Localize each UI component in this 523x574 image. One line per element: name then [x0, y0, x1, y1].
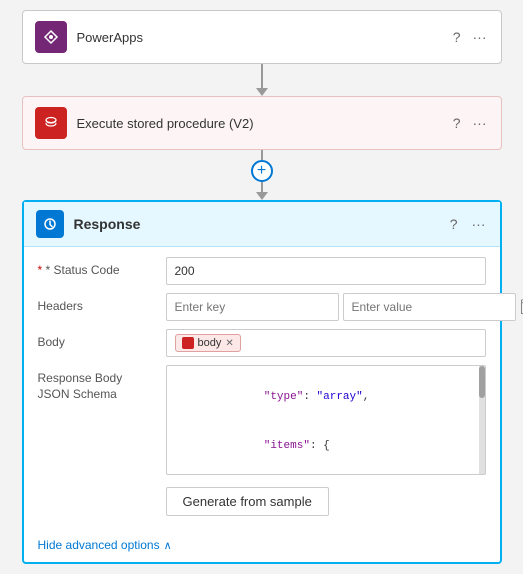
powerapps-icon	[35, 21, 67, 53]
execute-help-button[interactable]: ?	[451, 113, 463, 133]
headers-label: Headers	[38, 293, 158, 313]
execute-card: Execute stored procedure (V2) ? ···	[22, 96, 502, 150]
json-scrollbar[interactable]	[479, 366, 485, 474]
required-marker: *	[38, 263, 46, 277]
execute-title: Execute stored procedure (V2)	[77, 116, 441, 131]
json-scrollbar-thumb	[479, 366, 485, 398]
headers-key-input[interactable]	[166, 293, 339, 321]
execute-actions: ? ···	[451, 113, 489, 133]
headers-inputs: 🗓	[166, 293, 523, 321]
add-step-button[interactable]: +	[251, 160, 273, 182]
chevron-up-icon: ∧	[164, 539, 172, 552]
headers-value-input[interactable]	[343, 293, 516, 321]
json-line-1: "type": "array",	[173, 372, 479, 422]
response-body: * * Status Code Headers 🗓 Body	[24, 247, 500, 530]
json-line-3: "type": "object",	[173, 471, 479, 475]
response-header: Response ? ···	[24, 202, 500, 247]
powerapps-actions: ? ···	[451, 27, 489, 47]
body-tag-text: body	[198, 337, 222, 349]
plus-connector: +	[251, 150, 273, 200]
body-tag-close[interactable]: ✕	[225, 338, 233, 349]
powerapps-more-button[interactable]: ···	[471, 27, 489, 47]
powerapps-help-button[interactable]: ?	[451, 27, 463, 47]
body-label: Body	[38, 329, 158, 349]
generate-from-sample-button[interactable]: Generate from sample	[166, 487, 329, 516]
body-tag-icon	[182, 337, 194, 349]
top-connector	[256, 64, 268, 96]
hide-advanced-row: Hide advanced options ∧	[24, 530, 500, 562]
execute-more-button[interactable]: ···	[471, 113, 489, 133]
json-schema-editor[interactable]: "type": "array", "items": { "type": "obj…	[166, 365, 486, 475]
powerapps-card: PowerApps ? ···	[22, 10, 502, 64]
response-help-button[interactable]: ?	[448, 214, 460, 234]
execute-icon	[35, 107, 67, 139]
plus-line-top	[261, 150, 263, 160]
powerapps-title: PowerApps	[77, 30, 441, 45]
response-title: Response	[74, 216, 438, 232]
status-code-row: * * Status Code	[38, 257, 486, 285]
canvas: PowerApps ? ··· Execute stored procedure…	[10, 10, 513, 564]
body-tag: body ✕	[175, 334, 241, 352]
schema-label: Response Body JSON Schema	[38, 365, 158, 402]
arrow-head-1	[256, 88, 268, 96]
hide-advanced-link[interactable]: Hide advanced options	[38, 538, 160, 552]
body-field[interactable]: body ✕	[166, 329, 486, 357]
response-panel: Response ? ··· * * Status Code Headers 🗓	[22, 200, 502, 564]
json-line-2: "items": {	[173, 422, 479, 472]
status-code-label: * * Status Code	[38, 257, 158, 277]
arrow-line-1	[261, 64, 263, 88]
headers-row: Headers 🗓	[38, 293, 486, 321]
response-header-icon	[36, 210, 64, 238]
plus-line-bottom	[261, 182, 263, 192]
status-code-input[interactable]	[166, 257, 486, 285]
arrow-head-2	[256, 192, 268, 200]
headers-add-icon[interactable]: 🗓	[520, 297, 523, 317]
response-more-button[interactable]: ···	[470, 214, 488, 234]
schema-row: Response Body JSON Schema "type": "array…	[38, 365, 486, 475]
body-row: Body body ✕	[38, 329, 486, 357]
